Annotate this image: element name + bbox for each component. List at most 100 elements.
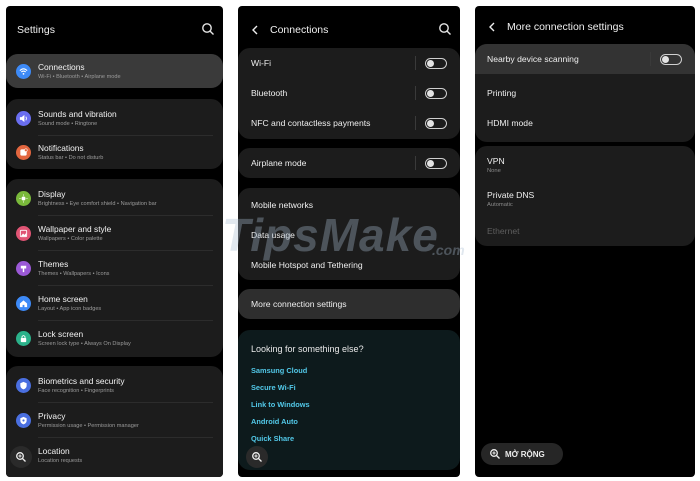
data-usage-row[interactable]: Data usage <box>238 220 460 250</box>
vpn-label: VPN <box>487 156 505 166</box>
settings-item-subtitle: Sound mode • Ringtone <box>38 121 98 127</box>
nearby-device-scanning-row[interactable]: Nearby device scanning <box>475 44 695 74</box>
settings-item-biometrics[interactable]: Biometrics and security Face recognition… <box>6 368 223 402</box>
hotspot-label: Mobile Hotspot and Tethering <box>251 260 363 270</box>
wifi-icon <box>16 63 31 79</box>
zoom-icon <box>490 449 500 459</box>
link-quick-share[interactable]: Quick Share <box>251 434 294 443</box>
display-icon <box>16 190 31 206</box>
connections-toggles-group: Wi-Fi Bluetooth NFC and contactless paym… <box>238 48 460 139</box>
link-secure-wifi[interactable]: Secure Wi-Fi <box>251 383 296 392</box>
ethernet-label: Ethernet <box>487 226 520 236</box>
connections-panel: Connections Wi-Fi Bluetooth NFC and cont… <box>238 6 460 477</box>
settings-item-title: Display <box>38 189 66 199</box>
settings-item-lock-screen[interactable]: Lock screen Screen lock type • Always On… <box>6 321 223 355</box>
settings-item-subtitle: Screen lock type • Always On Display <box>38 341 131 347</box>
settings-item-subtitle: Face recognition • Fingerprints <box>38 388 114 394</box>
biometrics-icon <box>16 377 31 393</box>
looking-for-card: Looking for something else? Samsung Clou… <box>238 330 460 470</box>
settings-item-title: Home screen <box>38 294 88 304</box>
toggle-knob <box>427 159 434 167</box>
settings-item-subtitle: Wallpapers • Color palette <box>38 236 103 242</box>
settings-item-subtitle: Location requests <box>38 458 83 464</box>
search-icon[interactable] <box>201 22 215 36</box>
settings-group-3: Display Brightness • Eye comfort shield … <box>6 179 223 357</box>
vpn-row[interactable]: VPN None <box>475 148 695 182</box>
mobile-networks-label: Mobile networks <box>251 200 314 210</box>
settings-item-wallpaper[interactable]: Wallpaper and style Wallpapers • Color p… <box>6 216 223 250</box>
divider <box>650 52 651 66</box>
zoom-icon <box>252 452 262 462</box>
bluetooth-row[interactable]: Bluetooth <box>238 78 460 108</box>
zoom-icon <box>16 452 26 462</box>
settings-item-home-screen[interactable]: Home screen Layout • App icon badges <box>6 286 223 320</box>
more-settings-group-2: VPN None Private DNS Automatic Ethernet <box>475 146 695 246</box>
nfc-row[interactable]: NFC and contactless payments <box>238 108 460 138</box>
settings-item-notifications[interactable]: Notifications Status bar • Do not distur… <box>6 135 223 169</box>
private-dns-label: Private DNS <box>487 190 535 200</box>
page-title: More connection settings <box>507 21 624 33</box>
settings-item-location[interactable]: Location Location requests <box>6 438 223 472</box>
settings-item-subtitle: Themes • Wallpapers • Icons <box>38 271 110 277</box>
settings-item-connections[interactable]: Connections Wi-Fi • Bluetooth • Airplane… <box>6 54 223 88</box>
hdmi-mode-row[interactable]: HDMI mode <box>475 108 695 138</box>
divider <box>415 86 416 100</box>
toggle-knob <box>662 55 669 63</box>
link-samsung-cloud[interactable]: Samsung Cloud <box>251 366 307 375</box>
settings-item-title: Notifications <box>38 143 84 153</box>
more-connection-settings-group: More connection settings <box>238 289 460 319</box>
vpn-sub: None <box>487 168 501 174</box>
more-connection-settings-row[interactable]: More connection settings <box>238 289 460 319</box>
toggle-knob <box>427 89 434 97</box>
airplane-label: Airplane mode <box>251 158 307 168</box>
bluetooth-toggle[interactable] <box>425 87 447 99</box>
sound-icon <box>16 110 31 126</box>
more-connection-settings-panel: More connection settings Nearby device s… <box>475 6 695 477</box>
settings-item-themes[interactable]: Themes Themes • Wallpapers • Icons <box>6 251 223 285</box>
nearby-device-scanning-toggle[interactable] <box>660 53 682 65</box>
settings-group-2: Sounds and vibration Sound mode • Ringto… <box>6 99 223 169</box>
settings-item-sounds[interactable]: Sounds and vibration Sound mode • Ringto… <box>6 101 223 135</box>
wifi-toggle[interactable] <box>425 57 447 69</box>
private-dns-row[interactable]: Private DNS Automatic <box>475 182 695 216</box>
wallpaper-icon <box>16 225 31 241</box>
more-settings-group-1: Nearby device scanning Printing HDMI mod… <box>475 44 695 142</box>
wifi-row[interactable]: Wi-Fi <box>238 48 460 78</box>
expand-button[interactable]: MỞ RỘNG <box>481 443 563 465</box>
zoom-button[interactable] <box>10 446 32 468</box>
mobile-networks-row[interactable]: Mobile networks <box>238 190 460 220</box>
settings-item-privacy[interactable]: Privacy Permission usage • Permission ma… <box>6 403 223 437</box>
notification-icon <box>16 144 31 160</box>
back-icon[interactable] <box>487 22 497 32</box>
settings-group-4: Biometrics and security Face recognition… <box>6 366 223 477</box>
settings-item-title: Biometrics and security <box>38 376 125 386</box>
airplane-toggle[interactable] <box>425 157 447 169</box>
search-icon[interactable] <box>438 22 452 36</box>
bluetooth-label: Bluetooth <box>251 88 288 98</box>
nfc-label: NFC and contactless payments <box>251 118 371 128</box>
toggle-knob <box>427 119 434 127</box>
settings-item-subtitle: Permission usage • Permission manager <box>38 423 139 429</box>
more-connection-settings-label: More connection settings <box>251 299 347 309</box>
nfc-toggle[interactable] <box>425 117 447 129</box>
lock-icon <box>16 330 31 346</box>
divider <box>415 116 416 130</box>
zoom-button[interactable] <box>246 446 268 468</box>
printing-row[interactable]: Printing <box>475 78 695 108</box>
airplane-row[interactable]: Airplane mode <box>238 148 460 178</box>
back-icon[interactable] <box>250 25 260 35</box>
settings-item-subtitle: Brightness • Eye comfort shield • Naviga… <box>38 201 157 207</box>
link-android-auto[interactable]: Android Auto <box>251 417 298 426</box>
settings-group-1: Connections Wi-Fi • Bluetooth • Airplane… <box>6 54 223 88</box>
expand-label: MỞ RỘNG <box>505 449 545 459</box>
hotspot-row[interactable]: Mobile Hotspot and Tethering <box>238 250 460 280</box>
page-title: Settings <box>17 24 55 36</box>
divider <box>415 156 416 170</box>
settings-item-title: Lock screen <box>38 329 84 339</box>
settings-item-title: Connections <box>38 62 85 72</box>
private-dns-sub: Automatic <box>487 202 513 208</box>
settings-panel: Settings Connections Wi-Fi • Bluetooth •… <box>6 6 223 477</box>
ethernet-row: Ethernet <box>475 216 695 246</box>
settings-item-display[interactable]: Display Brightness • Eye comfort shield … <box>6 181 223 215</box>
link-link-to-windows[interactable]: Link to Windows <box>251 400 310 409</box>
